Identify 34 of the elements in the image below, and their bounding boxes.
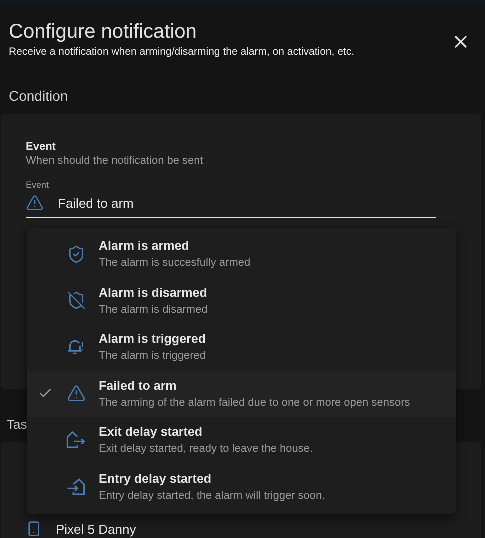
menu-item[interactable]: Exit delay started Exit delay started, ready to leave the house. — [27, 417, 456, 464]
item-title: Entry delay started — [99, 472, 213, 486]
item-description: Exit delay started, ready to leave the house. — [99, 443, 314, 456]
house-exit-icon — [66, 430, 86, 450]
item-title: Exit delay started — [99, 425, 204, 440]
item-title: Alarm is armed — [99, 239, 190, 254]
menu-item[interactable]: Alarm is armed The alarm is succesfully armed — [27, 231, 456, 278]
menu-item[interactable]: Failed to arm The arming of the alarm failed due to one or more open sensors — [27, 370, 456, 417]
item-description: The alarm is succesfully armed — [99, 257, 251, 270]
item-title: Alarm is triggered — [99, 332, 206, 346]
menu-item[interactable]: Alarm is triggered The alarm is triggered — [27, 324, 456, 370]
menu-item[interactable]: Entry delay started Entry delay started, the alarm will trigger soon. — [27, 464, 456, 510]
warning-icon — [26, 194, 44, 212]
section-heading: Condition — [8, 88, 70, 104]
event-select[interactable]: Failed to arm — [26, 190, 436, 218]
dialog-title: Configure notification — [9, 20, 198, 44]
house-entry-icon — [66, 476, 86, 497]
item-description: The alarm is disarmed — [99, 304, 208, 316]
item-description: The arming of the alarm failed due to one or more open sensors — [99, 396, 410, 409]
shield-off-icon — [66, 291, 86, 310]
item-title: Failed to arm — [99, 378, 178, 393]
shield-check-icon — [66, 244, 86, 264]
item-description: Entry delay started, the alarm will trigger soon. — [99, 490, 326, 502]
event-title: Event — [26, 141, 57, 153]
dialog-subtitle: Receive a notification when arming/disarming the alarm, on activation, etc. — [9, 46, 355, 58]
section-heading: Tas — [6, 417, 28, 432]
phone-icon — [26, 521, 42, 537]
item-description: The alarm is triggered — [99, 350, 206, 362]
menu-item[interactable]: Alarm is disarmed The alarm is disarmed — [27, 278, 456, 324]
item-title: Alarm is disarmed — [99, 286, 208, 300]
field-label: Event — [26, 180, 50, 190]
warning-icon — [66, 384, 86, 404]
event-description: When should the notification be sent — [26, 155, 204, 167]
device-select[interactable]: Pixel 5 Danny — [26, 521, 436, 538]
